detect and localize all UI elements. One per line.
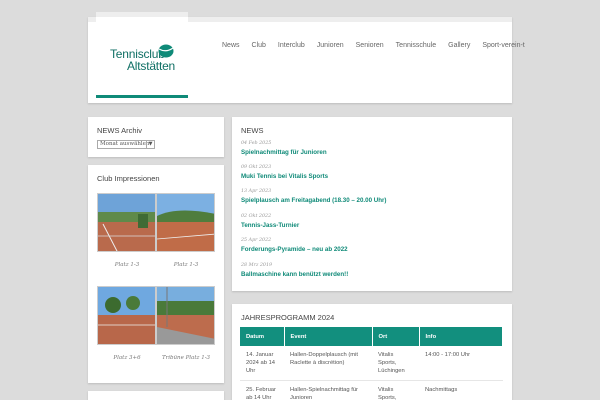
logo[interactable]: Tennisclub Altstätten bbox=[96, 12, 188, 98]
table-header-row: Datum Event Ort Info bbox=[240, 327, 503, 346]
cell-info: Nachmittags bbox=[419, 380, 503, 400]
logo-line-2: Altstätten bbox=[127, 59, 176, 73]
month-select-value: Monat auswählen bbox=[100, 141, 150, 147]
cell-event: Hallen-Spielnachmittag für Junioren bbox=[284, 380, 372, 400]
column-header-datum: Datum bbox=[240, 327, 285, 346]
news-title: NEWS bbox=[241, 126, 264, 135]
photo-caption: Platz 3+6 bbox=[113, 355, 141, 361]
news-link[interactable]: Spielplausch am Freitagabend (18.30 – 20… bbox=[241, 197, 386, 204]
nav-item-interclub[interactable]: Interclub bbox=[272, 42, 311, 49]
widget-title: Club Impressionen bbox=[97, 174, 160, 183]
site-header: Tennisclub Altstätten News Club Interclu… bbox=[88, 12, 525, 103]
gallery-photo[interactable] bbox=[156, 286, 215, 345]
news-date: 28 Mrz 2019 bbox=[241, 263, 273, 268]
cell-datum: 14. Januar 2024 ab 14 Uhr bbox=[240, 346, 284, 381]
news-date: 25 Apr 2022 bbox=[241, 238, 272, 243]
cell-ort: Vitalis Sports, Lüchingen bbox=[372, 346, 419, 381]
club-impressions-widget: Club Impressionen Platz 1-3 Platz 1-3 Pl… bbox=[88, 165, 224, 383]
news-date: 04 Feb 2025 bbox=[241, 141, 272, 146]
column-header-ort: Ort bbox=[372, 327, 420, 346]
nav-item-club[interactable]: Club bbox=[246, 42, 272, 49]
news-date: 09 Okt 2023 bbox=[241, 165, 272, 170]
news-item: 02 Okt 2022 Tennis-Jass-Turnier bbox=[241, 214, 299, 229]
court-photo-image bbox=[157, 194, 214, 251]
nav-item-sportverein[interactable]: Sport-verein-t bbox=[476, 42, 530, 49]
sidebar-widget bbox=[88, 391, 224, 400]
chevron-down-icon: ▼ bbox=[146, 141, 154, 148]
widget-title: NEWS Archiv bbox=[97, 126, 143, 135]
cell-ort: Vitalis Sports, bbox=[372, 380, 419, 400]
photo-caption: Platz 1-3 bbox=[173, 262, 199, 268]
table-row: 25. Februar ab 14 Uhr Hallen-Spielnachmi… bbox=[240, 380, 503, 400]
photo-caption: Tribüne Platz 1-3 bbox=[161, 355, 211, 361]
nav-item-senioren[interactable]: Senioren bbox=[350, 42, 390, 49]
news-link[interactable]: Muki Tennis bei Vitalis Sports bbox=[241, 173, 328, 180]
news-link[interactable]: Forderungs-Pyramide – neu ab 2022 bbox=[241, 246, 348, 253]
news-item: 13 Apr 2023 Spielplausch am Freitagabend… bbox=[241, 189, 386, 204]
news-item: 25 Apr 2022 Forderungs-Pyramide – neu ab… bbox=[241, 238, 348, 253]
news-link[interactable]: Tennis-Jass-Turnier bbox=[241, 222, 299, 229]
program-title: JAHRESPROGRAMM 2024 bbox=[241, 313, 335, 322]
news-item: 09 Okt 2023 Muki Tennis bei Vitalis Spor… bbox=[241, 165, 328, 180]
news-date: 02 Okt 2022 bbox=[241, 214, 272, 219]
news-item: 04 Feb 2025 Spielnachmittag für Junioren bbox=[241, 141, 327, 156]
court-photo-image bbox=[157, 287, 214, 344]
tennis-ball-icon bbox=[158, 44, 174, 58]
month-select[interactable]: Monat auswählen ▼ bbox=[97, 140, 155, 149]
gallery-photo[interactable] bbox=[97, 286, 156, 345]
cell-event: Hallen-Doppelplausch (mit Raclette à dis… bbox=[284, 346, 372, 381]
column-header-event: Event bbox=[284, 327, 373, 346]
nav-item-tennisschule[interactable]: Tennisschule bbox=[390, 42, 442, 49]
news-link[interactable]: Ballmaschine kann benützt werden!! bbox=[241, 271, 348, 278]
annual-program-widget: JAHRESPROGRAMM 2024 Datum Event Ort Info… bbox=[232, 304, 512, 400]
news-item: 28 Mrz 2019 Ballmaschine kann benützt we… bbox=[241, 263, 348, 278]
court-photo-image bbox=[98, 194, 155, 251]
main-nav: News Club Interclub Junioren Senioren Te… bbox=[216, 42, 531, 49]
program-table: Datum Event Ort Info 14. Januar 2024 ab … bbox=[240, 327, 503, 400]
gallery-photo[interactable] bbox=[156, 193, 215, 252]
court-photo-image bbox=[98, 287, 155, 344]
news-archive-widget: NEWS Archiv Monat auswählen ▼ bbox=[88, 117, 224, 157]
gallery-photo[interactable] bbox=[97, 193, 156, 252]
news-link[interactable]: Spielnachmittag für Junioren bbox=[241, 149, 327, 156]
cell-info: 14:00 - 17:00 Uhr bbox=[419, 346, 503, 381]
news-widget: NEWS 04 Feb 2025 Spielnachmittag für Jun… bbox=[232, 117, 512, 291]
photo-caption: Platz 1-3 bbox=[114, 262, 140, 268]
column-header-info: Info bbox=[419, 327, 503, 346]
table-row: 14. Januar 2024 ab 14 Uhr Hallen-Doppelp… bbox=[240, 346, 503, 381]
nav-item-junioren[interactable]: Junioren bbox=[311, 42, 350, 49]
cell-datum: 25. Februar ab 14 Uhr bbox=[240, 380, 284, 400]
news-date: 13 Apr 2023 bbox=[241, 189, 272, 194]
nav-item-news[interactable]: News bbox=[216, 42, 246, 49]
nav-item-gallery[interactable]: Gallery bbox=[442, 42, 476, 49]
